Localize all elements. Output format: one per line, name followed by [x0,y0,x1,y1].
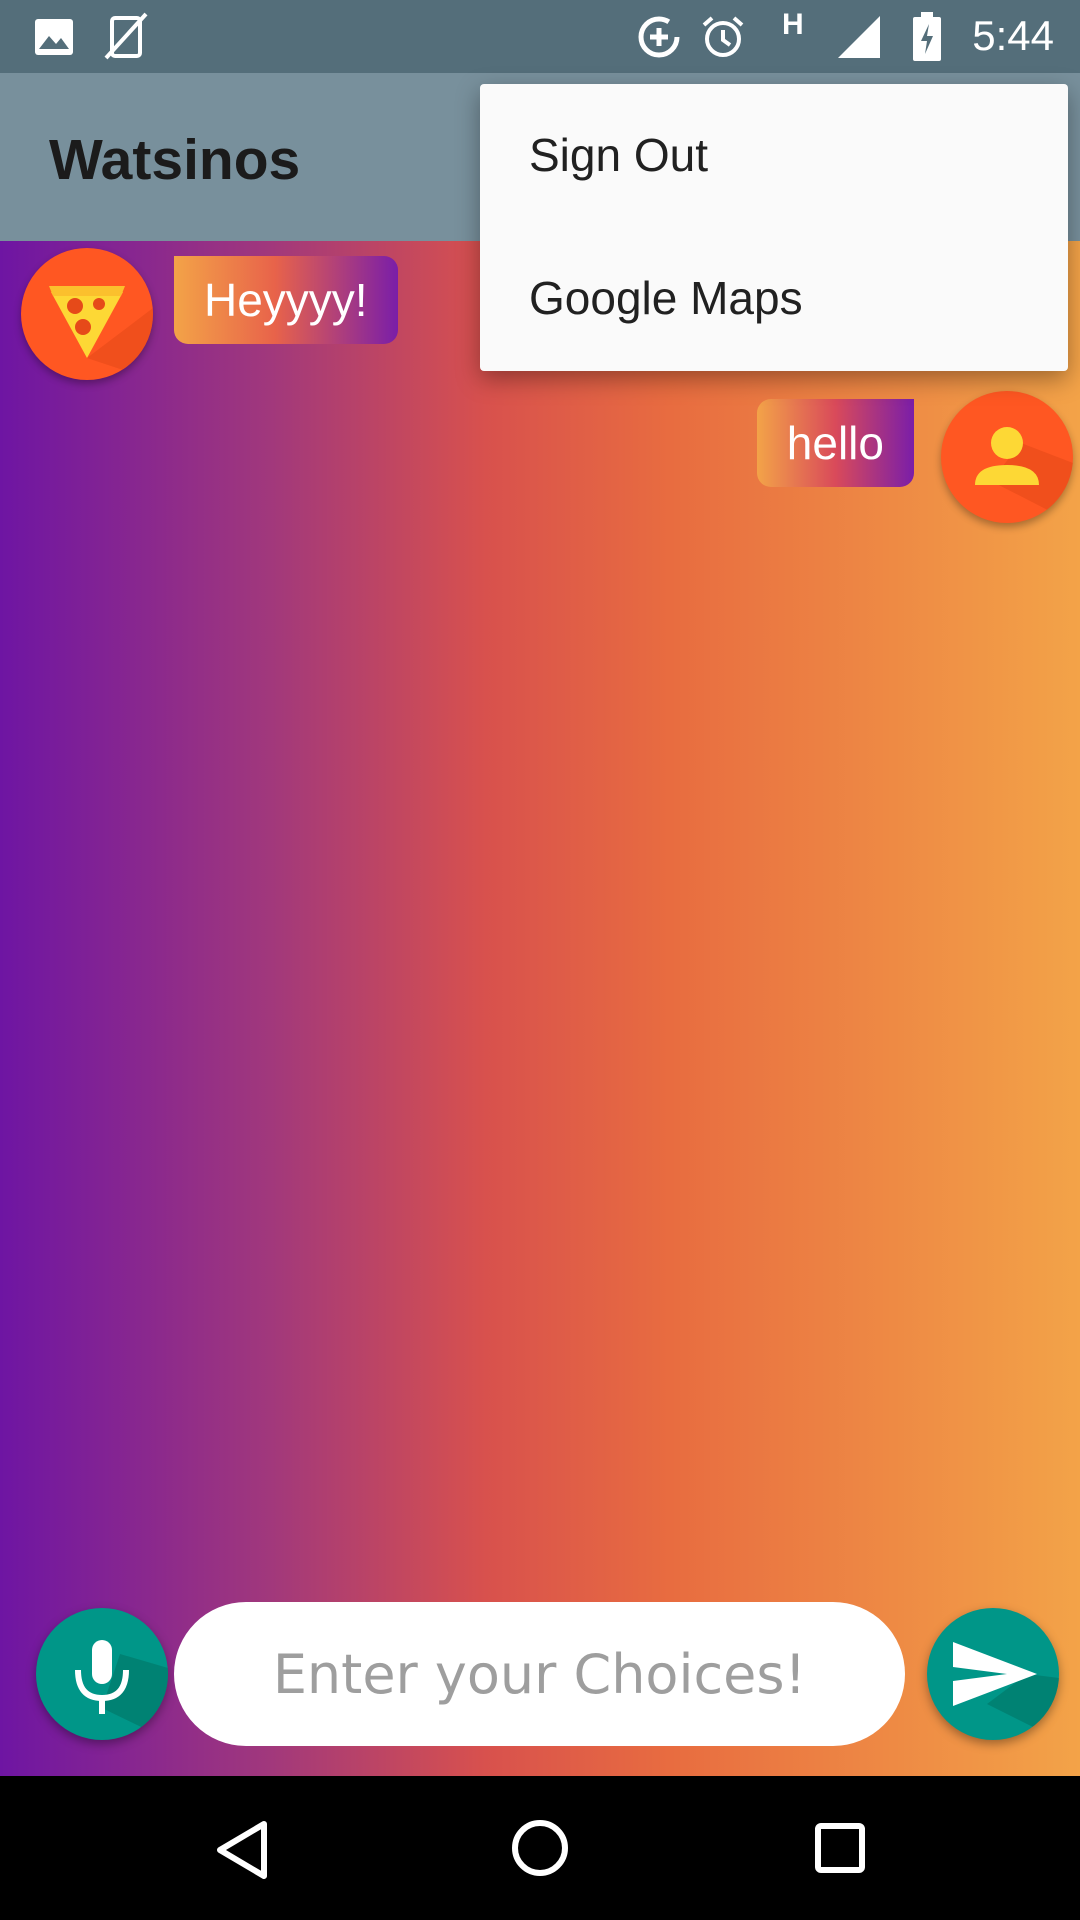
home-icon[interactable] [510,1818,570,1883]
user-message-text: hello [786,417,884,469]
menu-item-label: Sign Out [529,129,708,181]
back-icon[interactable] [214,1820,270,1885]
alarm-icon [700,14,746,65]
status-bar: H 5:44 [0,0,1080,73]
person-icon [941,427,1073,523]
menu-item-label: Google Maps [529,272,803,324]
data-saver-icon [636,14,682,65]
user-avatar [941,391,1073,523]
battery-charging-icon [912,12,942,67]
bot-avatar [21,248,153,380]
send-button[interactable] [927,1608,1059,1740]
message-input-container [174,1602,905,1746]
screen-rotation-off-icon [104,12,148,65]
image-icon [34,18,74,61]
status-time: 5:44 [972,12,1054,59]
navigation-bar [0,1776,1080,1920]
bot-message-text: Heyyyy! [204,274,368,326]
chat-area[interactable]: Heyyyy! hello [0,241,1080,1776]
pizza-icon [21,286,153,380]
menu-item-google-maps[interactable]: Google Maps [480,227,1068,370]
app-title: Watsinos [49,128,301,192]
network-type-icon: H [782,8,804,41]
message-input[interactable] [214,1602,865,1746]
menu-item-sign-out[interactable]: Sign Out [480,84,1068,227]
overflow-menu: Sign Out Google Maps [480,84,1068,371]
recents-icon[interactable] [814,1822,866,1879]
bot-message-bubble: Heyyyy! [174,256,398,344]
signal-icon [836,14,882,65]
user-message-bubble: hello [756,399,914,487]
microphone-button[interactable] [36,1608,168,1740]
